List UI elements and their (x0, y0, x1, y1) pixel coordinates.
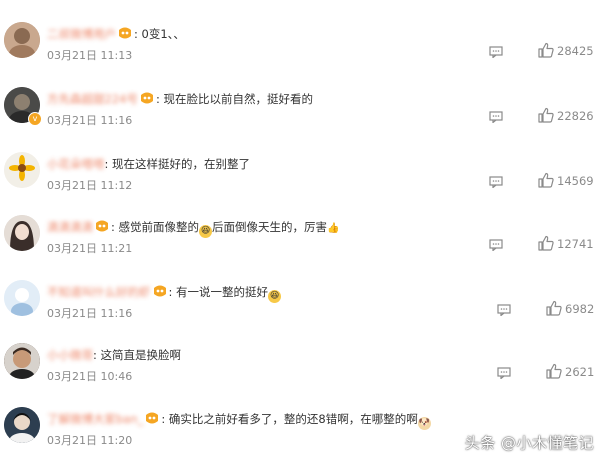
username[interactable]: 小花朵嗒嗒 (47, 156, 105, 172)
username[interactable]: 滴滴滴滴 (47, 219, 93, 235)
laughing-emoji-icon: 😆 (268, 290, 282, 303)
thumbs-up-icon[interactable] (538, 235, 554, 251)
comment-line: 小小微哥: 这简直是换脸啊 (47, 347, 182, 363)
comment-time: 03月21日 11:20 (47, 434, 133, 447)
fan-badge-icon (144, 411, 160, 425)
comment-item: 不知道叫什么好的虾: 有一说一整的挺好 😆 03月21日 11:16 6982 (0, 278, 602, 342)
comment-text: 有一说一整的挺好 (176, 285, 269, 299)
like-count: 22826 (557, 109, 594, 123)
comment-text: 后面倒像天生的，厉害 (212, 220, 328, 234)
avatar[interactable] (4, 22, 40, 58)
comment-text: 感觉前面像整的 (118, 220, 200, 234)
verified-badge-icon: v (28, 112, 42, 126)
reply-icon[interactable] (497, 304, 511, 316)
comment-text: 确实比之前好看多了，整的还8错啊，在哪整的啊 (168, 412, 418, 426)
avatar[interactable] (4, 152, 40, 188)
comment-text: 这简直是换脸啊 (100, 348, 182, 362)
username[interactable]: 了解微博大家ban_ (47, 411, 143, 427)
comment-time: 03月21日 11:16 (47, 114, 133, 127)
username[interactable]: 不知道叫什么好的虾 (47, 284, 151, 300)
fan-badge-icon (94, 219, 110, 233)
username[interactable]: 方先森超甜224号 (47, 91, 138, 107)
comment-item: 小小微哥: 这简直是换脸啊 03月21日 10:46 2621 (0, 341, 602, 405)
reply-icon[interactable] (489, 111, 503, 123)
like-count: 6982 (565, 302, 595, 316)
fan-badge-icon (139, 91, 155, 105)
like-count: 2621 (565, 365, 595, 379)
comment-line: 了解微博大家ban_: 确实比之前好看多了，整的还8错啊，在哪整的啊🐶 (47, 411, 431, 430)
thumbs-up-icon[interactable] (546, 363, 562, 379)
comment-text: 现在这样挺好的，在别整了 (112, 157, 251, 171)
comment-line: 不知道叫什么好的虾: 有一说一整的挺好 😆 (47, 284, 282, 303)
watermark: 头条 @小木懂笔记 (464, 434, 594, 452)
comment-item: 小花朵嗒嗒: 现在这样挺好的，在别整了 03月21日 11:12 14569 (0, 150, 602, 214)
thumbs-up-icon[interactable] (538, 172, 554, 188)
comment-line: 二叔微博用户: 0变1、、 (47, 26, 185, 42)
username[interactable]: 二叔微博用户 (47, 26, 116, 42)
thumbs-up-icon[interactable] (546, 300, 562, 316)
comment-line: 滴滴滴滴: 感觉前面像整的 😆 后面倒像天生的，厉害👍 (47, 219, 340, 238)
fan-badge-icon (152, 284, 168, 298)
comment-text: 0变1、、 (141, 27, 185, 41)
dog-emoji-icon: 🐶 (417, 417, 431, 430)
comment-time: 03月21日 10:46 (47, 370, 133, 383)
avatar[interactable] (4, 407, 40, 443)
comment-time: 03月21日 11:12 (47, 179, 133, 192)
comment-time: 03月21日 11:16 (47, 307, 133, 320)
comment-time: 03月21日 11:13 (47, 49, 133, 62)
username[interactable]: 小小微哥 (47, 347, 93, 363)
comment-text: 现在脸比以前自然，挺好看的 (163, 92, 313, 106)
like-count: 14569 (557, 174, 594, 188)
reply-icon[interactable] (497, 367, 511, 379)
avatar[interactable] (4, 280, 40, 316)
thumbs-up-icon[interactable] (538, 107, 554, 123)
avatar[interactable] (4, 343, 40, 379)
reply-icon[interactable] (489, 176, 503, 188)
thumbs-up-emoji-icon: 👍 (327, 223, 340, 234)
like-count: 28425 (557, 44, 594, 58)
like-count: 12741 (557, 237, 594, 251)
thumbs-up-icon[interactable] (538, 42, 554, 58)
reply-icon[interactable] (489, 239, 503, 251)
comment-line: 方先森超甜224号: 现在脸比以前自然，挺好看的 (47, 91, 313, 107)
comment-time: 03月21日 11:21 (47, 242, 133, 255)
comment-item: 滴滴滴滴: 感觉前面像整的 😆 后面倒像天生的，厉害👍 03月21日 11:21 1… (0, 213, 602, 277)
laughing-emoji-icon: 😆 (199, 225, 213, 238)
comment-item: 二叔微博用户: 0变1、、 03月21日 11:13 28425 (0, 20, 602, 84)
reply-icon[interactable] (489, 46, 503, 58)
fan-badge-icon (117, 26, 133, 40)
comment-line: 小花朵嗒嗒: 现在这样挺好的，在别整了 (47, 156, 251, 172)
avatar[interactable] (4, 215, 40, 251)
comment-item: v 方先森超甜224号: 现在脸比以前自然，挺好看的 03月21日 11:16 … (0, 85, 602, 149)
